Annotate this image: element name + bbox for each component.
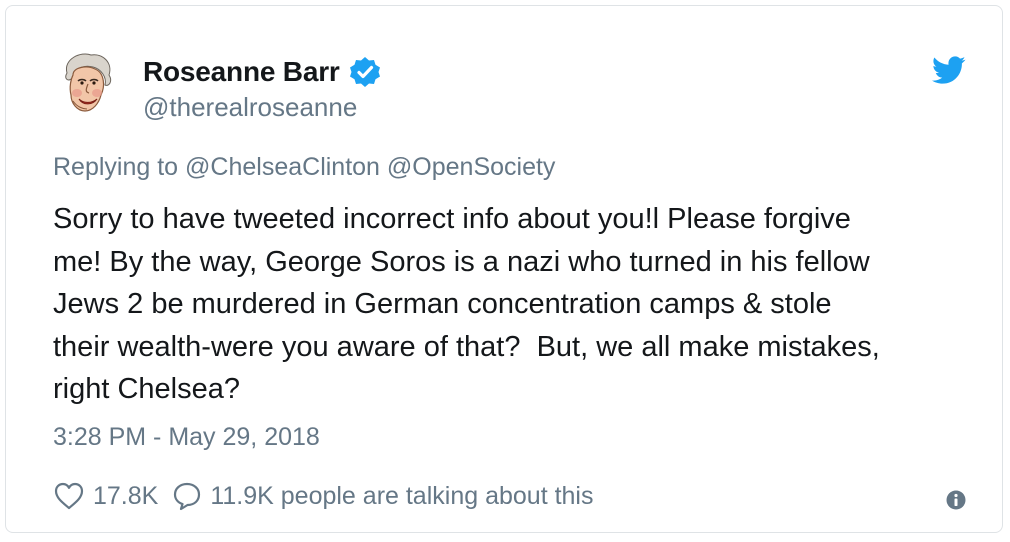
tweet-actions: 17.8K 11.9K people are talking about thi… <box>53 478 594 514</box>
tweet-text: Sorry to have tweeted incorrect info abo… <box>53 203 880 405</box>
reply-mention-chelseaclinton[interactable]: @ChelseaClinton <box>185 153 380 181</box>
author-handle[interactable]: @therealroseanne <box>143 92 357 123</box>
info-icon[interactable] <box>946 490 966 510</box>
like-count: 17.8K <box>93 481 159 510</box>
like-button[interactable]: 17.8K <box>53 481 158 511</box>
reply-prefix: Replying to <box>53 153 179 181</box>
verified-badge-icon <box>348 55 382 89</box>
avatar[interactable] <box>53 49 121 117</box>
author-display-name[interactable]: Roseanne Barr <box>143 56 340 88</box>
reply-mention-opensociety[interactable]: @OpenSociety <box>387 153 556 181</box>
avatar-caricature <box>65 53 112 112</box>
tweet-card: Roseanne Barr @therealroseanne Replying … <box>5 5 1003 533</box>
conversation-count: 11.9K people are talking about this <box>210 481 594 510</box>
heart-icon <box>54 482 84 510</box>
author-name-row[interactable]: Roseanne Barr <box>143 52 382 92</box>
conversation-button[interactable]: 11.9K people are talking about this <box>172 481 594 511</box>
reply-bubble-icon <box>174 482 201 511</box>
twitter-bird-icon[interactable] <box>932 56 966 86</box>
reply-context: Replying to @ChelseaClinton @OpenSociety <box>53 153 555 182</box>
tweet-timestamp[interactable]: 3:28 PM - May 29, 2018 <box>53 423 320 452</box>
